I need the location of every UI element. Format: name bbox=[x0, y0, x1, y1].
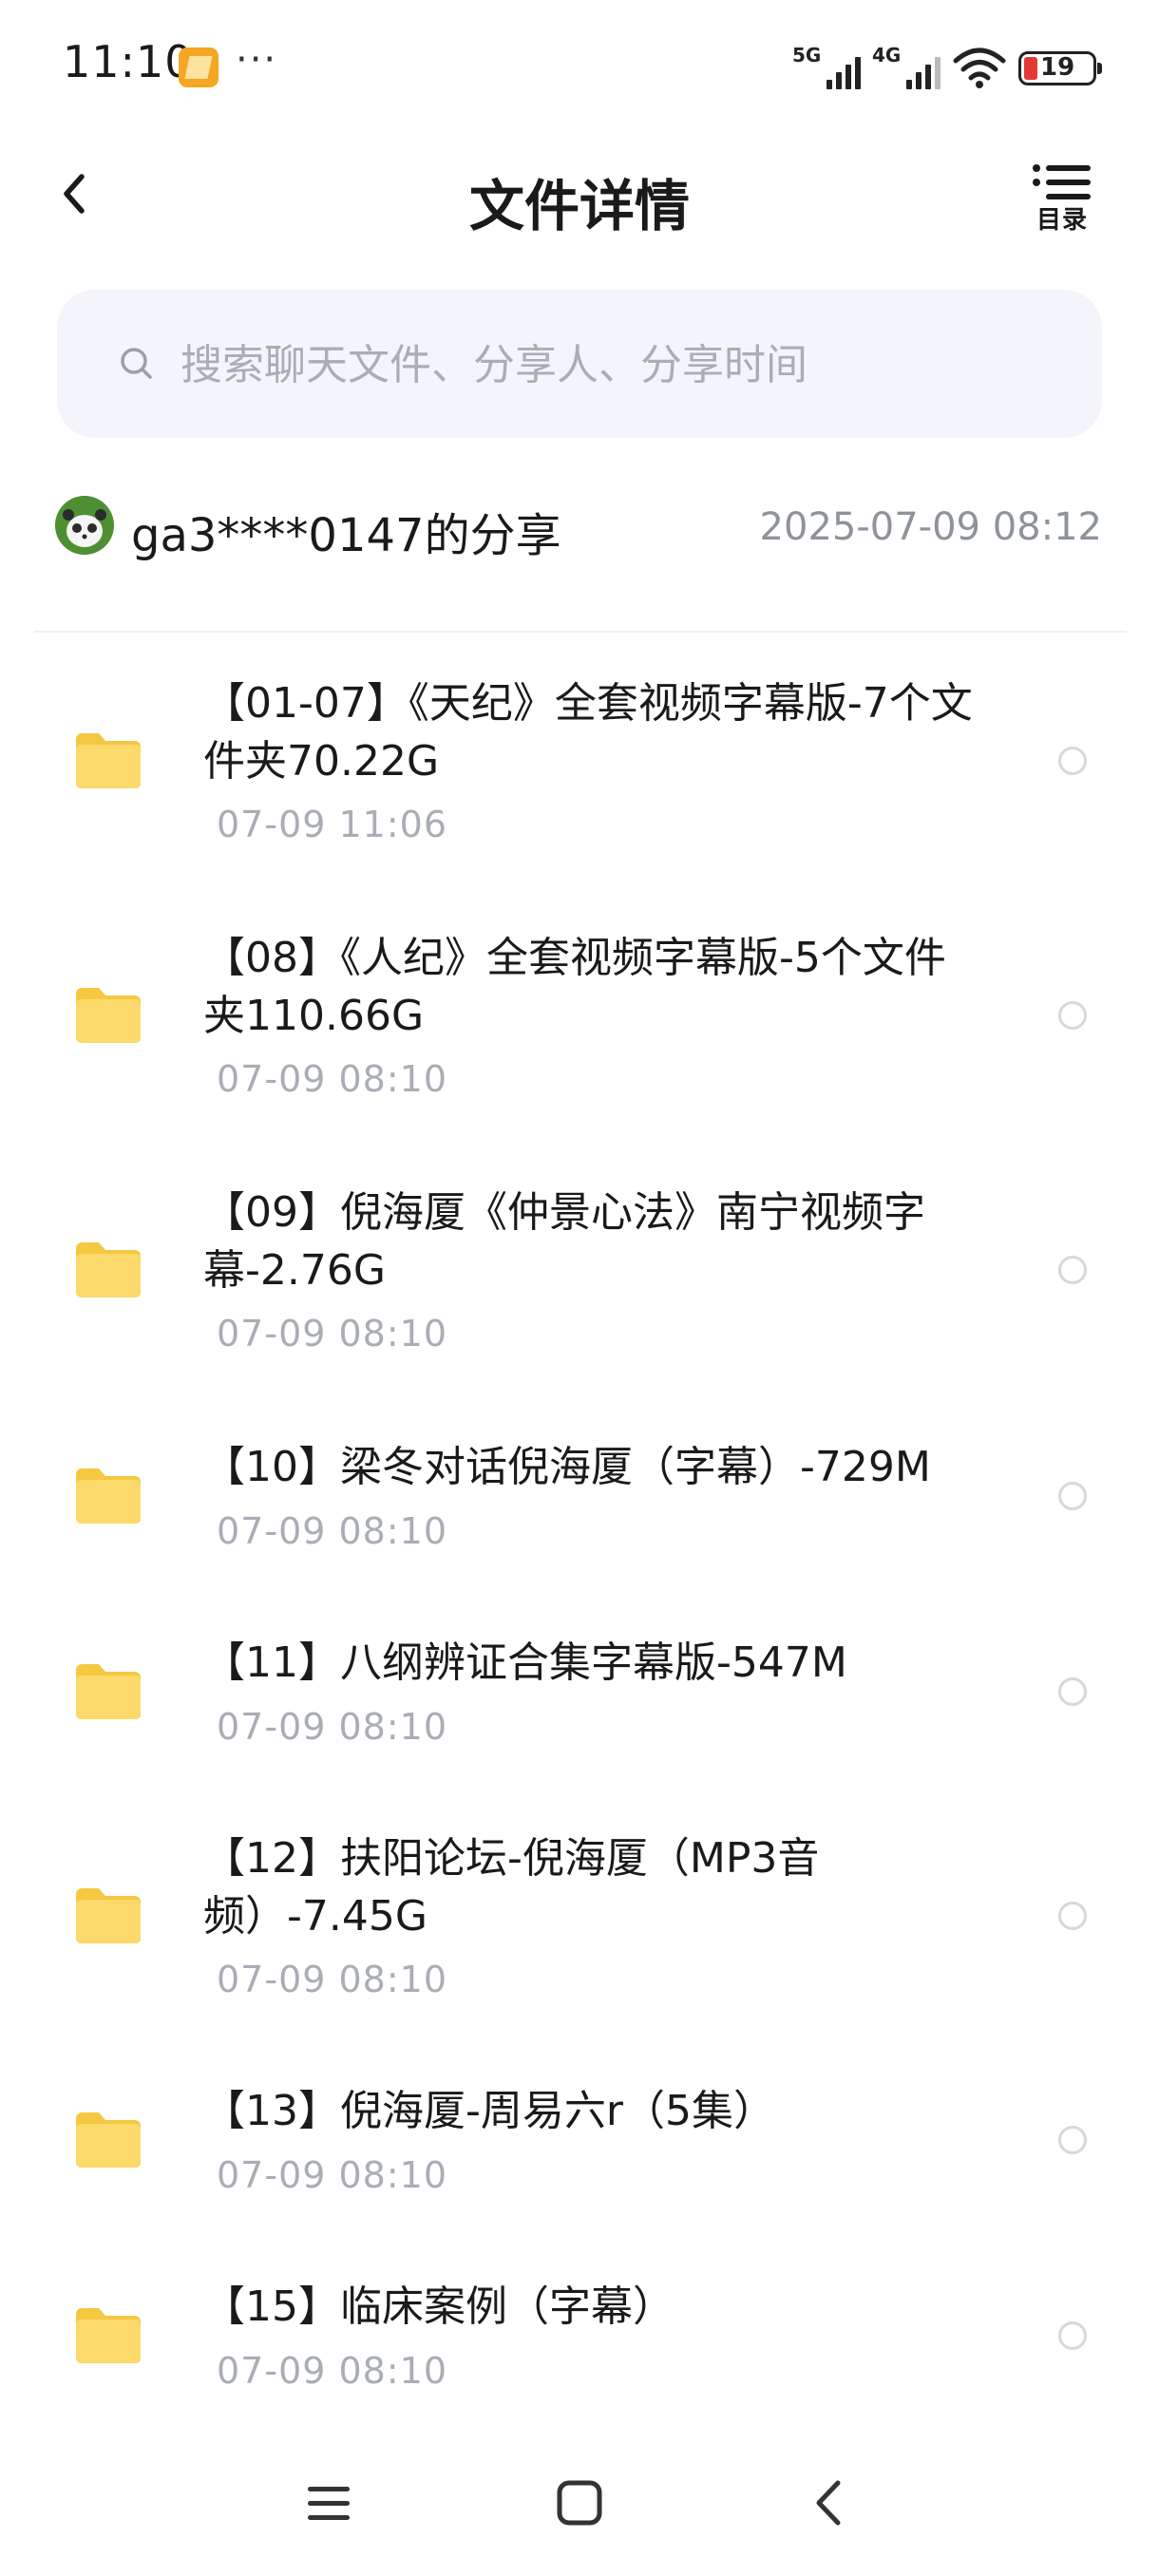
file-name: 【11】八纲辨证合集字幕版-547M bbox=[203, 1638, 847, 1687]
share-info: ga3****0147的分享 2025-07-09 08:12 bbox=[0, 486, 1159, 566]
select-radio[interactable] bbox=[1058, 1902, 1087, 1930]
folder-icon bbox=[76, 733, 141, 788]
home-square-icon[interactable] bbox=[546, 2470, 613, 2536]
folder-icon bbox=[76, 1242, 141, 1297]
file-time: 07-09 08:10 bbox=[217, 1058, 448, 1100]
select-radio[interactable] bbox=[1058, 1482, 1087, 1510]
share-time: 2025-07-09 08:12 bbox=[759, 505, 1102, 549]
signal-5g-label: 5G bbox=[792, 44, 822, 66]
file-time: 07-09 11:06 bbox=[217, 804, 448, 845]
system-nav-bar bbox=[0, 2451, 1159, 2555]
search-icon bbox=[121, 348, 152, 379]
file-name: 【10】梁冬对话倪海厦（字幕）-729M bbox=[203, 1443, 931, 1491]
catalog-button[interactable]: 目录 bbox=[1028, 163, 1096, 235]
file-time: 07-09 08:10 bbox=[217, 1706, 448, 1748]
file-time: 07-09 08:10 bbox=[217, 1313, 448, 1354]
note-icon bbox=[179, 47, 218, 87]
more-notifications-icon: ··· bbox=[236, 38, 278, 82]
folder-icon bbox=[76, 1888, 141, 1943]
catalog-label: 目录 bbox=[1036, 206, 1088, 235]
header: 文件详情 目录 bbox=[0, 142, 1159, 247]
file-name: 【08】《人纪》全套视频字幕版-5个文件夹110.66G bbox=[203, 934, 946, 1040]
status-bar: 11:10 ··· 5G 4G 19 bbox=[0, 0, 1159, 133]
select-radio[interactable] bbox=[1058, 2321, 1087, 2350]
signal-5g-icon: 5G bbox=[792, 44, 861, 89]
select-radio[interactable] bbox=[1058, 1001, 1087, 1030]
select-radio[interactable] bbox=[1058, 1256, 1087, 1284]
avatar bbox=[55, 496, 114, 555]
search-bar[interactable] bbox=[57, 290, 1102, 438]
folder-icon bbox=[76, 988, 141, 1043]
status-indicators: 5G 4G 19 bbox=[792, 42, 1102, 89]
page-title: 文件详情 bbox=[468, 174, 690, 238]
signal-4g-icon: 4G bbox=[872, 44, 940, 89]
divider bbox=[34, 631, 1127, 633]
file-name: 【01-07】《天纪》全套视频字幕版-7个文件夹70.22G bbox=[203, 679, 973, 786]
file-name: 【12】扶阳论坛-倪海厦（MP3音频）-7.45G bbox=[203, 1834, 820, 1941]
folder-icon bbox=[76, 2308, 141, 2363]
status-time: 11:10 bbox=[63, 36, 194, 87]
folder-icon bbox=[76, 1664, 141, 1719]
signal-4g-label: 4G bbox=[872, 44, 902, 66]
file-name: 【15】临床案例（字幕） bbox=[203, 2282, 674, 2331]
search-input[interactable] bbox=[179, 331, 1037, 398]
file-time: 07-09 08:10 bbox=[217, 1510, 448, 1552]
battery-icon: 19 bbox=[1018, 51, 1102, 85]
select-radio[interactable] bbox=[1058, 747, 1087, 775]
file-name: 【09】倪海厦《仲景心法》南宁视频字幕-2.76G bbox=[203, 1188, 925, 1295]
file-time: 07-09 08:10 bbox=[217, 2350, 448, 2392]
wifi-icon bbox=[953, 47, 1006, 88]
back-chevron-icon[interactable] bbox=[798, 2470, 864, 2536]
select-radio[interactable] bbox=[1058, 2126, 1087, 2154]
folder-icon bbox=[76, 1468, 141, 1524]
folder-icon bbox=[76, 2112, 141, 2168]
battery-level: 19 bbox=[1040, 53, 1075, 82]
file-name: 【13】倪海厦-周易六r（5集） bbox=[203, 2087, 775, 2135]
file-time: 07-09 08:10 bbox=[217, 1959, 448, 2000]
share-user-name: ga3****0147的分享 bbox=[131, 509, 561, 562]
list-icon bbox=[1033, 164, 1091, 199]
menu-icon[interactable] bbox=[294, 2470, 361, 2536]
select-radio[interactable] bbox=[1058, 1677, 1087, 1706]
file-time: 07-09 08:10 bbox=[217, 2154, 448, 2196]
